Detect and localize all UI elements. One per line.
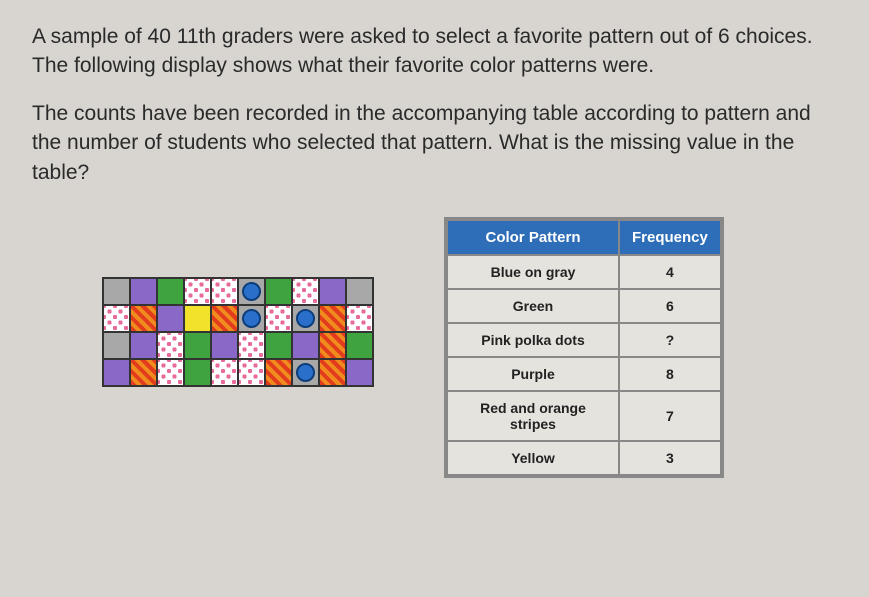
header-frequency: Frequency [620, 221, 720, 254]
pattern-grid [102, 277, 374, 387]
pattern-cell-stripes [130, 305, 157, 332]
pattern-cell-purple [346, 359, 373, 386]
pattern-cell-purple [103, 359, 130, 386]
pattern-cell-stripes [319, 359, 346, 386]
pattern-cell-green [184, 359, 211, 386]
pattern-cell-gray [103, 332, 130, 359]
pattern-row [103, 305, 373, 332]
pattern-cell-gray [103, 278, 130, 305]
pattern-cell-polka [265, 305, 292, 332]
pattern-cell-purple [130, 332, 157, 359]
pattern-label: Pink polka dots [448, 324, 618, 356]
pattern-cell-purple [157, 305, 184, 332]
frequency-value: 6 [620, 290, 720, 322]
pattern-cell-purple [130, 278, 157, 305]
pattern-label: Red and orange stripes [448, 392, 618, 440]
table-header-row: Color Pattern Frequency [448, 221, 720, 254]
pattern-cell-gray [346, 278, 373, 305]
pattern-cell-blue-on-gray [238, 278, 265, 305]
pattern-cell-blue-on-gray [292, 305, 319, 332]
frequency-value: 7 [620, 392, 720, 440]
pattern-cell-stripes [319, 305, 346, 332]
content-row: Color Pattern Frequency Blue on gray4Gre… [32, 217, 837, 478]
pattern-label: Green [448, 290, 618, 322]
pattern-row [103, 278, 373, 305]
header-pattern: Color Pattern [448, 221, 618, 254]
pattern-cell-yellow [184, 305, 211, 332]
question-paragraph-2: The counts have been recorded in the acc… [32, 99, 837, 187]
pattern-cell-green [157, 278, 184, 305]
table-row: Red and orange stripes7 [448, 392, 720, 440]
pattern-cell-polka [184, 278, 211, 305]
table-row: Purple8 [448, 358, 720, 390]
frequency-value: ? [620, 324, 720, 356]
pattern-label: Yellow [448, 442, 618, 474]
pattern-cell-green [346, 332, 373, 359]
pattern-label: Blue on gray [448, 256, 618, 288]
table-row: Green6 [448, 290, 720, 322]
pattern-label: Purple [448, 358, 618, 390]
pattern-cell-blue-on-gray [292, 359, 319, 386]
question-paragraph-1: A sample of 40 11th graders were asked t… [32, 22, 837, 81]
frequency-table: Color Pattern Frequency Blue on gray4Gre… [444, 217, 724, 478]
pattern-cell-polka [238, 332, 265, 359]
pattern-cell-polka [211, 359, 238, 386]
pattern-row [103, 332, 373, 359]
table-row: Blue on gray4 [448, 256, 720, 288]
pattern-cell-stripes [265, 359, 292, 386]
table-row: Pink polka dots? [448, 324, 720, 356]
pattern-cell-blue-on-gray [238, 305, 265, 332]
pattern-cell-green [265, 278, 292, 305]
pattern-cell-polka [211, 278, 238, 305]
pattern-cell-stripes [319, 332, 346, 359]
frequency-value: 8 [620, 358, 720, 390]
pattern-cell-green [265, 332, 292, 359]
pattern-cell-polka [346, 305, 373, 332]
pattern-cell-polka [157, 332, 184, 359]
frequency-value: 4 [620, 256, 720, 288]
pattern-cell-stripes [130, 359, 157, 386]
pattern-cell-purple [292, 332, 319, 359]
pattern-display [102, 277, 374, 387]
pattern-cell-purple [319, 278, 346, 305]
pattern-row [103, 359, 373, 386]
pattern-cell-polka [238, 359, 265, 386]
pattern-cell-polka [103, 305, 130, 332]
pattern-cell-polka [292, 278, 319, 305]
table-row: Yellow3 [448, 442, 720, 474]
pattern-cell-purple [211, 332, 238, 359]
pattern-cell-stripes [211, 305, 238, 332]
frequency-value: 3 [620, 442, 720, 474]
pattern-cell-polka [157, 359, 184, 386]
pattern-cell-green [184, 332, 211, 359]
